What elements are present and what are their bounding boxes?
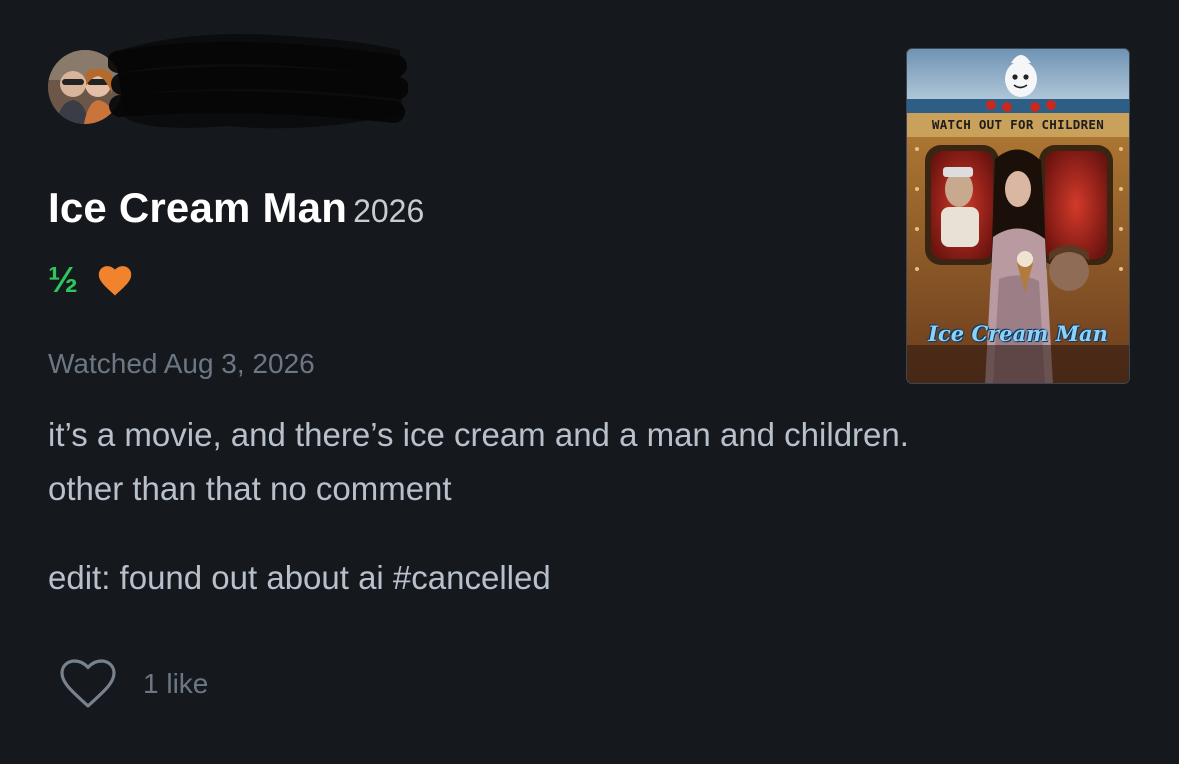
heart-outline-icon	[60, 659, 116, 708]
review-line: other than that no comment	[48, 470, 452, 507]
heart-icon	[96, 263, 134, 297]
rating-row: ½	[48, 262, 134, 298]
film-title[interactable]: Ice Cream Man	[48, 184, 347, 231]
poster-title: Ice Cream Man	[928, 321, 1108, 346]
like-count[interactable]: 1 like	[143, 668, 208, 700]
watched-date: Watched Aug 3, 2026	[48, 348, 315, 379]
avatar[interactable]	[48, 50, 122, 124]
film-year[interactable]: 2026	[353, 193, 424, 229]
author-name[interactable]: Eli Hatka	[140, 66, 267, 100]
review-line: it’s a movie, and there’s ice cream and …	[48, 416, 909, 453]
like-button[interactable]	[58, 658, 118, 710]
film-poster[interactable]: WATCH OUT FOR CHILDREN Ice Cream Man	[906, 48, 1130, 384]
film-heading: Ice Cream Man 2026	[48, 184, 424, 232]
review-card: Eli Hatka Ice Cream Man 2026 ½ Watched Au…	[0, 0, 1179, 764]
review-body: it’s a movie, and there’s ice cream and …	[48, 408, 1108, 516]
poster-tagline: WATCH OUT FOR CHILDREN	[931, 117, 1105, 132]
review-edit-note: edit: found out about ai #cancelled	[48, 559, 551, 596]
star-rating: ½	[48, 259, 79, 300]
